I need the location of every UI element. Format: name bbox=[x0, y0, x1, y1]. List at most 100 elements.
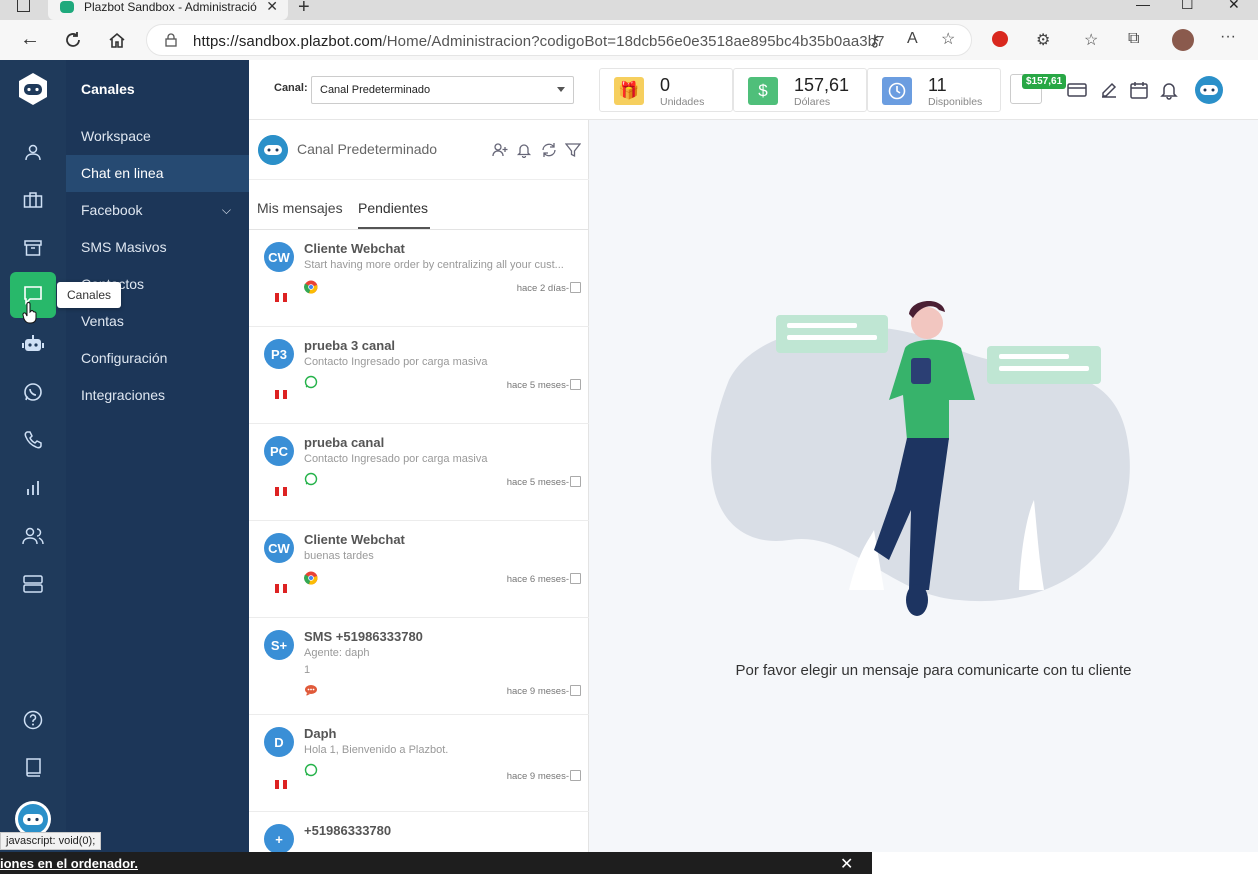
chat-time: hace 9 meses- bbox=[506, 686, 569, 697]
bell-icon[interactable] bbox=[1159, 80, 1179, 100]
read-aloud-icon[interactable]: A bbox=[907, 30, 918, 48]
book-icon[interactable] bbox=[18, 753, 48, 783]
channel-name: Canal Predeterminado bbox=[297, 141, 438, 157]
last-message-line2: 1 bbox=[304, 664, 311, 676]
users-icon[interactable] bbox=[18, 521, 48, 551]
tab-mis-mensajes[interactable]: Mis mensajes bbox=[257, 200, 343, 216]
contact-avatar: + bbox=[264, 824, 294, 852]
chat-list-item[interactable]: CW Cliente Webchat buenas tardes hace 6 … bbox=[249, 521, 589, 618]
calendar-icon[interactable] bbox=[1129, 80, 1149, 100]
briefcase-icon[interactable] bbox=[18, 185, 48, 215]
empty-state-illustration bbox=[711, 300, 1130, 616]
last-message: Agente: daph bbox=[304, 647, 370, 659]
chat-list-item[interactable]: S+ SMS +51986333780 Agente: daph 1 hace … bbox=[249, 618, 589, 715]
whatsapp-icon[interactable] bbox=[18, 377, 48, 407]
contact-avatar: CW bbox=[264, 533, 294, 563]
plazbot-logo-icon[interactable] bbox=[14, 70, 52, 108]
phone-icon[interactable] bbox=[18, 425, 48, 455]
menu-item-ventas[interactable]: Ventas bbox=[66, 303, 249, 340]
chat-list-item[interactable]: CW Cliente Webchat Start having more ord… bbox=[249, 230, 589, 327]
rail-tooltip: Canales bbox=[57, 282, 122, 308]
stats-icon[interactable] bbox=[18, 473, 48, 503]
canal-select[interactable]: Canal Predeterminado bbox=[311, 76, 574, 104]
close-window-button[interactable]: ✕ bbox=[1228, 0, 1240, 13]
url-host: https://sandbox.plazbot.com bbox=[193, 33, 383, 50]
browser-status-bar: javascript: void(0); bbox=[0, 832, 102, 850]
refresh-icon[interactable] bbox=[64, 31, 82, 49]
sync-icon[interactable] bbox=[541, 142, 557, 158]
menu-title: Canales bbox=[81, 81, 135, 97]
stat-value: 157,61 bbox=[794, 75, 850, 95]
chat-list-item[interactable]: P3 prueba 3 canal Contacto Ingresado por… bbox=[249, 327, 589, 424]
back-icon[interactable]: ← bbox=[20, 28, 40, 51]
help-icon[interactable] bbox=[18, 705, 48, 735]
icon-rail bbox=[0, 60, 66, 852]
more-menu-icon[interactable]: ··· bbox=[1220, 28, 1236, 46]
contact-avatar: CW bbox=[264, 242, 294, 272]
chat-panel: Canal Predeterminado Mis mensajes Pendie… bbox=[249, 120, 589, 852]
edit-icon[interactable] bbox=[1099, 80, 1119, 100]
chat-time: hace 5 meses- bbox=[506, 380, 569, 391]
peru-flag-icon bbox=[275, 390, 287, 399]
home-icon[interactable] bbox=[108, 31, 126, 49]
close-icon[interactable]: ✕ bbox=[840, 854, 853, 874]
menu-item-integraciones[interactable]: Integraciones bbox=[66, 377, 249, 414]
server-icon[interactable] bbox=[18, 569, 48, 599]
empty-state-message: Por favor elegir un mensaje para comunic… bbox=[735, 662, 1132, 679]
favorite-add-icon[interactable]: ☆ bbox=[941, 29, 955, 49]
channel-bot-icon bbox=[258, 135, 288, 165]
tab-actions-icon[interactable] bbox=[17, 0, 30, 12]
menu-item-facebook-label: Facebook bbox=[81, 202, 143, 218]
menu-item-sms-masivos[interactable]: SMS Masivos bbox=[66, 229, 249, 266]
conversation-area: Por favor elegir un mensaje para comunic… bbox=[589, 120, 1258, 852]
browser-tab[interactable]: Plazbot Sandbox - Administració ✕ bbox=[48, 0, 288, 20]
collections-icon[interactable]: ⧉ bbox=[1128, 30, 1139, 48]
menu-item-facebook[interactable]: Facebook ⌵ bbox=[66, 192, 249, 229]
download-notification-bar: iones en el ordenador. ✕ bbox=[0, 852, 872, 874]
chevron-down-icon: ⌵ bbox=[221, 203, 231, 217]
archive-icon[interactable] bbox=[18, 233, 48, 263]
user-icon[interactable] bbox=[18, 137, 48, 167]
extensions-icon[interactable]: ⚙ bbox=[1036, 30, 1050, 50]
chat-panel-header: Canal Predeterminado bbox=[249, 120, 589, 180]
stat-dolares: $ 157,61 Dólares bbox=[733, 68, 867, 112]
chat-list-item[interactable]: PC prueba canal Contacto Ingresado por c… bbox=[249, 424, 589, 521]
tab-pendientes[interactable]: Pendientes bbox=[358, 200, 428, 216]
url-path: /Home/Administracion?codigoBot=18dcb56e0… bbox=[382, 33, 885, 50]
menu-item-configuracion[interactable]: Configuración bbox=[66, 340, 249, 377]
chrome-icon bbox=[304, 280, 318, 294]
menu-item-workspace[interactable]: Workspace bbox=[66, 118, 249, 155]
robot-icon[interactable] bbox=[18, 329, 48, 359]
minimize-button[interactable]: — bbox=[1136, 0, 1150, 12]
user-bot-avatar-icon[interactable] bbox=[1194, 75, 1224, 105]
chat-time: hace 2 días- bbox=[516, 283, 569, 294]
last-message: Hola 1, Bienvenido a Plazbot. bbox=[304, 744, 449, 756]
address-bar-row: ← https://sandbox.plazbot.com/Home/Admin… bbox=[0, 20, 1258, 60]
menu-item-chat-en-linea[interactable]: Chat en linea bbox=[66, 155, 249, 192]
chat-list-item[interactable]: D Daph Hola 1, Bienvenido a Plazbot. hac… bbox=[249, 715, 589, 812]
url-field[interactable]: https://sandbox.plazbot.com/Home/Adminis… bbox=[146, 24, 972, 56]
download-notification-text[interactable]: iones en el ordenador. bbox=[0, 856, 138, 871]
favorites-icon[interactable]: ☆ bbox=[1084, 30, 1098, 50]
canal-select-value: Canal Predeterminado bbox=[320, 84, 431, 96]
extension-icon[interactable] bbox=[992, 31, 1008, 47]
add-user-icon[interactable] bbox=[492, 142, 508, 158]
chat-list-item[interactable]: + +51986333780 bbox=[249, 812, 589, 852]
lock-icon[interactable] bbox=[165, 33, 177, 47]
bell-icon[interactable] bbox=[516, 142, 532, 158]
contact-name: Cliente Webchat bbox=[304, 241, 405, 256]
tab-close-icon[interactable]: ✕ bbox=[266, 0, 278, 15]
key-icon[interactable]: ⚷ bbox=[869, 31, 881, 51]
chat-time: hace 9 meses- bbox=[506, 771, 569, 782]
filter-icon[interactable] bbox=[565, 142, 581, 158]
calendar-icon bbox=[570, 685, 581, 696]
last-message: Contacto Ingresado por carga masiva bbox=[304, 453, 488, 465]
stat-label: Unidades bbox=[660, 96, 705, 108]
last-message: Contacto Ingresado por carga masiva bbox=[304, 356, 488, 368]
calendar-icon bbox=[570, 573, 581, 584]
stat-value: 0 bbox=[660, 75, 671, 95]
profile-avatar[interactable] bbox=[1172, 29, 1194, 51]
maximize-button[interactable]: ☐ bbox=[1181, 0, 1194, 13]
new-tab-button[interactable]: + bbox=[298, 0, 310, 19]
card-icon[interactable] bbox=[1067, 80, 1087, 100]
